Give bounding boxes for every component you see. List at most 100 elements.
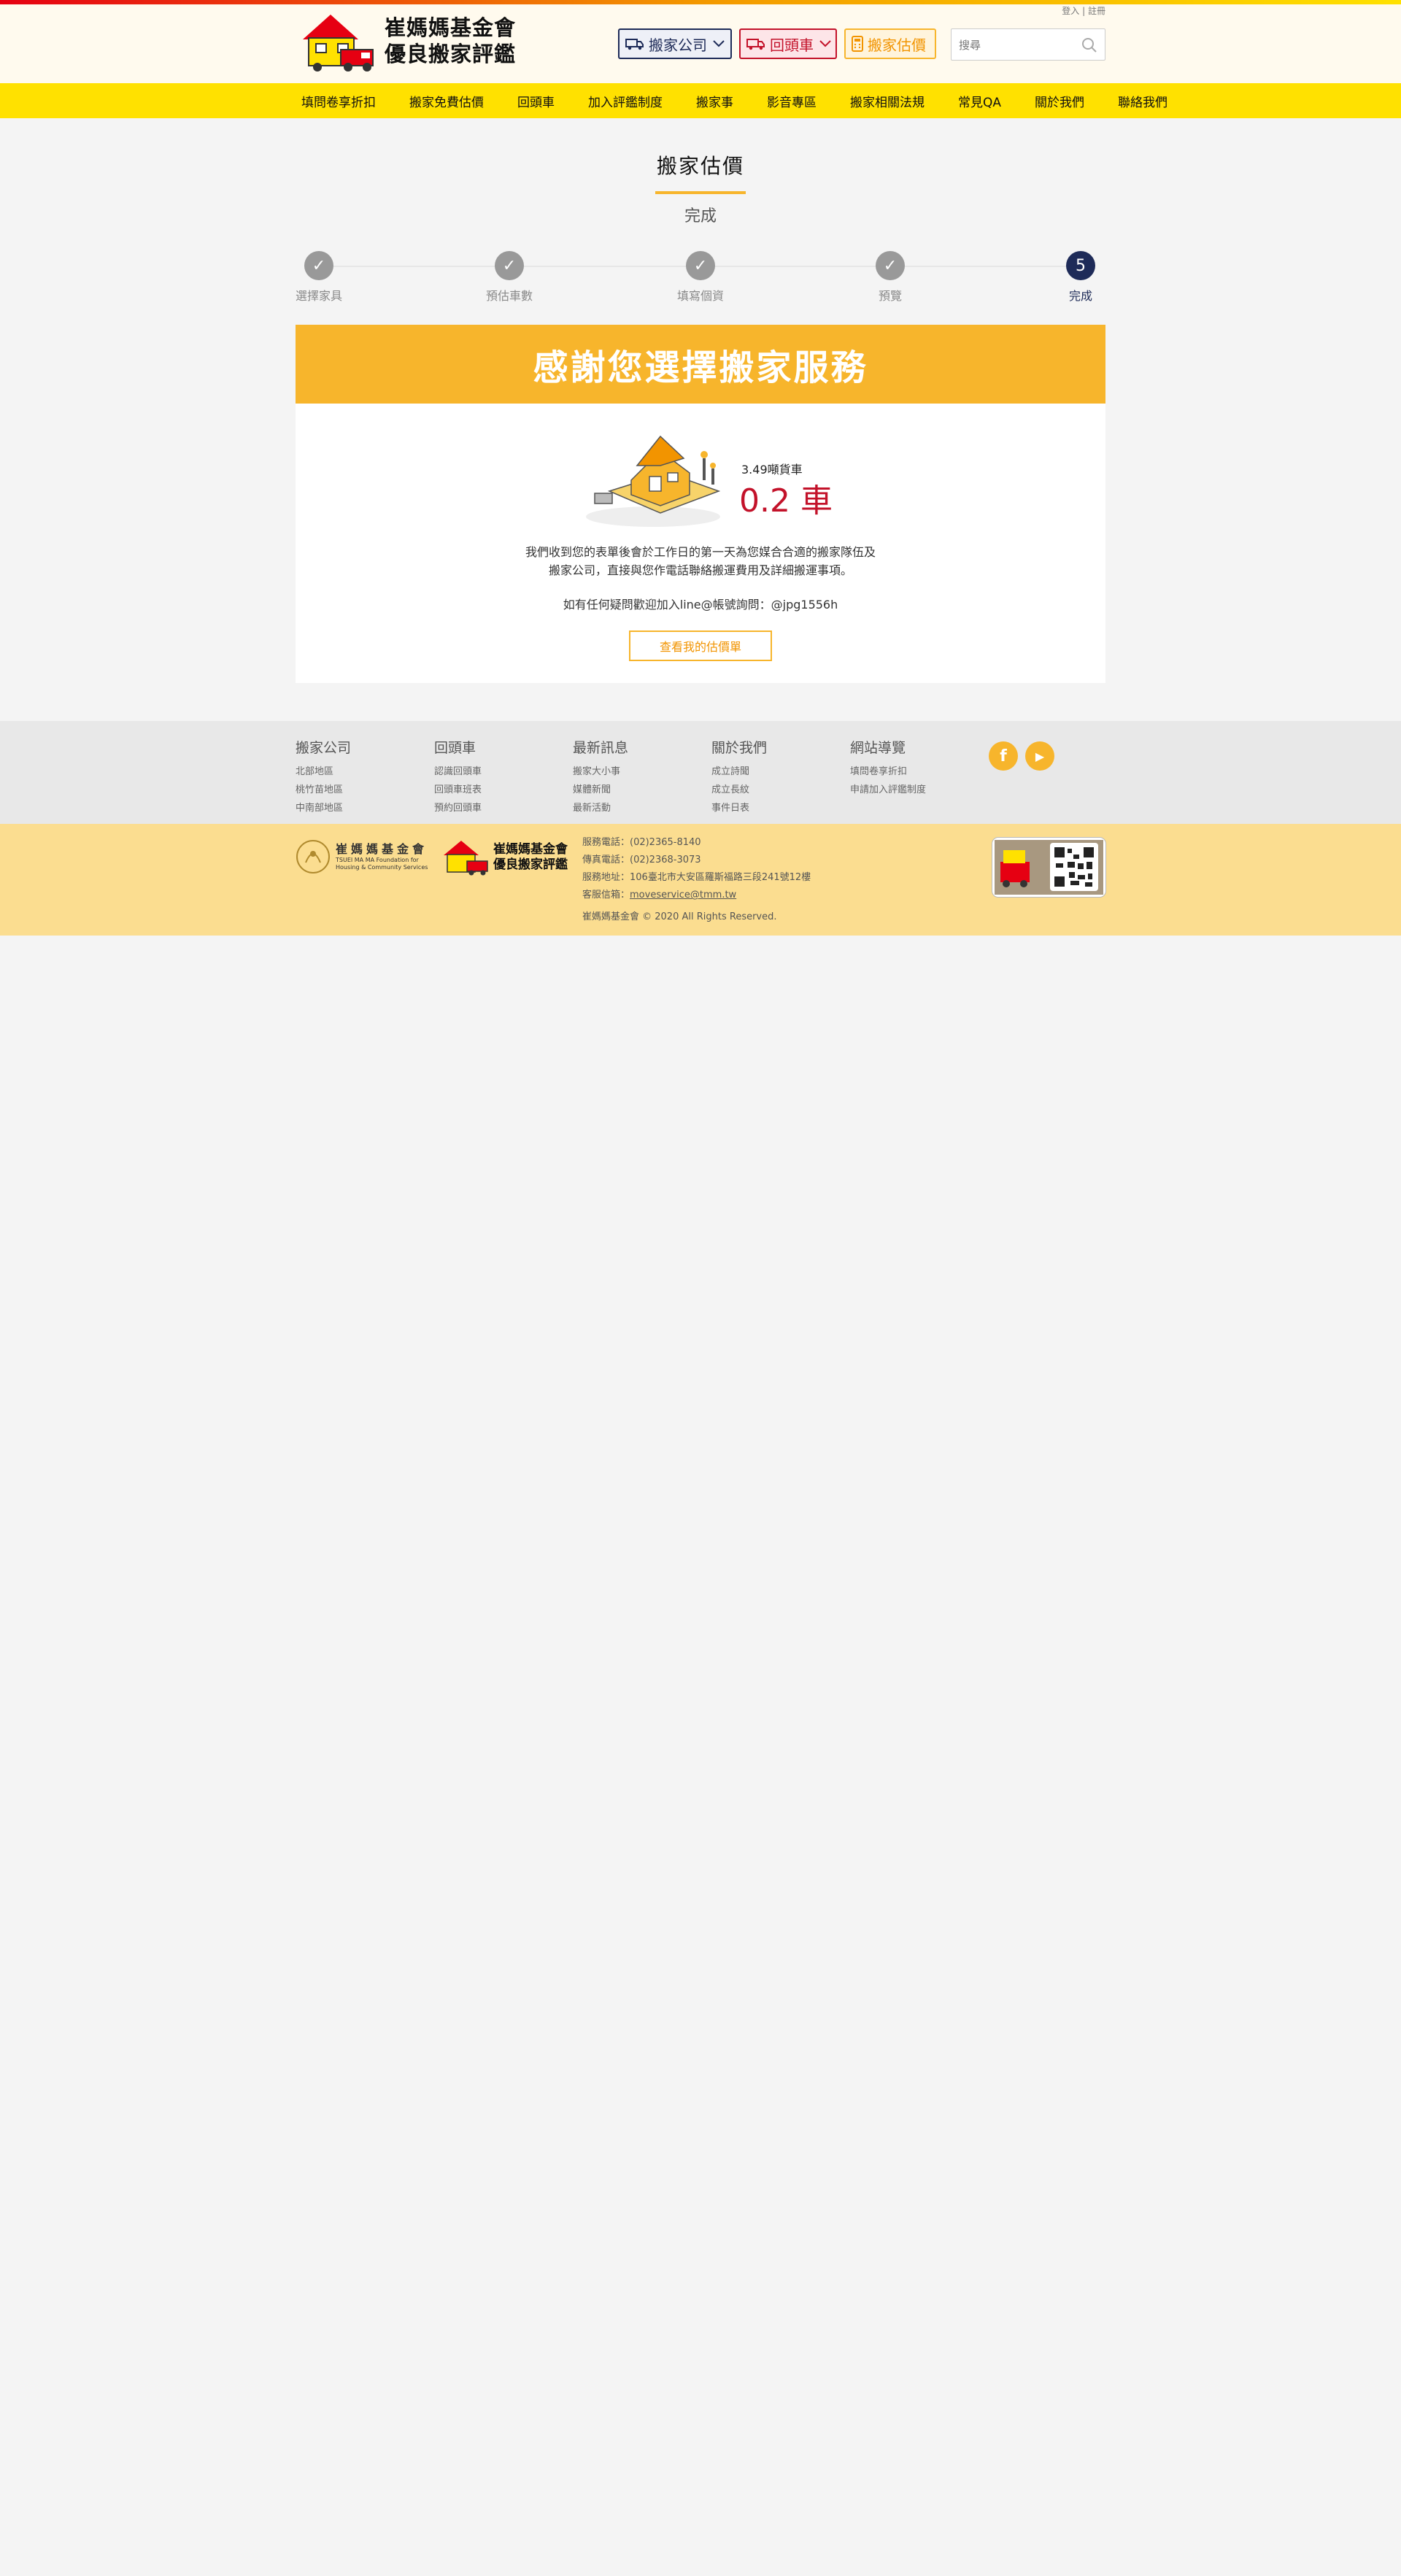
nav-item-faq[interactable]: 常見QA — [952, 92, 1007, 110]
footer-col-sitemap: 網站導覽 填問卷享折扣 申請加入評鑑制度 — [850, 737, 926, 799]
house-truck-logo-icon — [444, 841, 488, 876]
phone-text: 服務電話：(02)2365-8140 — [582, 837, 701, 848]
facebook-icon[interactable]: f — [989, 741, 1018, 771]
footer-link[interactable]: 事件日表 — [711, 799, 767, 817]
footer-link[interactable]: 申請加入評鑑制度 — [850, 781, 926, 799]
title-underline — [655, 191, 746, 194]
footer-link[interactable]: 成立長紋 — [711, 781, 767, 799]
nav-item-survey-discount[interactable]: 填問卷享折扣 — [296, 92, 382, 110]
logo-text: 崔媽媽基金會 優良搬家評鑑 — [385, 15, 516, 67]
check-icon: ✓ — [686, 251, 715, 280]
footer-link[interactable]: 桃竹苗地區 — [296, 781, 351, 799]
nav-item-join-evaluation[interactable]: 加入評鑑制度 — [582, 92, 668, 110]
foundation-en-line2: Housing & Community Services — [336, 864, 428, 871]
footer-col-return-truck: 回頭車 認識回頭車 回頭車班表 預約回頭車 — [434, 737, 482, 817]
footer-link[interactable]: 認識回頭車 — [434, 763, 482, 781]
youtube-icon[interactable]: ▶ — [1025, 741, 1054, 771]
login-link[interactable]: 登入 — [1062, 4, 1079, 17]
evaluation-logo-line1: 崔媽媽基金會 — [493, 842, 568, 857]
thank-you-banner: 感謝您選擇搬家服務 — [296, 325, 1105, 404]
logo-line2: 優良搬家評鑑 — [385, 42, 517, 66]
nav-item-about[interactable]: 關於我們 — [1029, 92, 1090, 110]
contact-info: 服務電話：(02)2365-8140 傳真電話：(02)2368-3073 服務… — [582, 834, 811, 904]
truck-icon — [746, 39, 765, 50]
link-separator: | — [1082, 6, 1086, 16]
step-label: 填寫個資 — [676, 289, 724, 303]
footer-link[interactable]: 媒體新聞 — [573, 781, 628, 799]
footer-link[interactable]: 填問卷享折扣 — [850, 763, 926, 781]
nav-item-videos[interactable]: 影音專區 — [761, 92, 822, 110]
email-row: 客服信箱：moveservice@tmm.tw — [582, 887, 811, 904]
nav-item-contact[interactable]: 聯絡我們 — [1112, 92, 1173, 110]
footer-col-about: 關於我們 成立詩聞 成立長紋 事件日表 — [711, 737, 767, 817]
footer-link[interactable]: 最新活動 — [573, 799, 628, 817]
footer-col-title[interactable]: 搬家公司 — [296, 737, 351, 757]
step-3: ✓ 填寫個資 — [649, 251, 752, 304]
view-estimate-button[interactable]: 查看我的估價單 — [629, 630, 772, 661]
calculator-icon — [852, 36, 863, 52]
check-icon: ✓ — [876, 251, 905, 280]
search-icon[interactable] — [1081, 37, 1097, 53]
footer-col-news: 最新訊息 搬家大小事 媒體新聞 最新活動 — [573, 737, 628, 817]
nav-item-return-truck[interactable]: 回頭車 — [512, 92, 560, 110]
page-subtitle: 完成 — [684, 207, 717, 225]
page-title: 搬家估價 — [656, 154, 744, 178]
footer-link[interactable]: 搬家大小事 — [573, 763, 628, 781]
footer-link[interactable]: 成立詩聞 — [711, 763, 767, 781]
copyright: 崔媽媽基金會 © 2020 All Rights Reserved. — [582, 911, 777, 922]
nav-item-moving-stories[interactable]: 搬家事 — [690, 92, 739, 110]
step-2: ✓ 預估車數 — [458, 251, 560, 304]
check-icon: ✓ — [304, 251, 333, 280]
email-link[interactable]: moveservice@tmm.tw — [630, 890, 736, 901]
nav-item-free-estimate[interactable]: 搬家免費估價 — [404, 92, 490, 110]
result-message: 我們收到您的表單後會於工作日的第一天為您媒合合適的搬家隊伍及 搬家公司，直接與您… — [482, 543, 919, 579]
search-box — [951, 28, 1105, 61]
footer-links-area — [0, 721, 1401, 824]
email-label: 客服信箱： — [582, 890, 630, 901]
foundation-name: 崔媽媽基金會 — [336, 842, 428, 856]
step-4: ✓ 預覽 — [839, 251, 941, 304]
step-label: 選擇家具 — [295, 289, 342, 303]
step-1: ✓ 選擇家具 — [268, 251, 370, 304]
footer-link[interactable]: 中南部地區 — [296, 799, 351, 817]
step-5-current: 5 完成 — [1030, 251, 1132, 304]
chevron-down-icon — [713, 40, 725, 47]
step-label: 預覽 — [878, 289, 902, 303]
house-truck-logo-icon — [303, 15, 374, 72]
moving-estimate-label: 搬家估價 — [868, 36, 926, 54]
house-phone-illustration — [586, 435, 721, 527]
evaluation-logo[interactable]: 崔媽媽基金會 優良搬家評鑑 — [441, 838, 569, 876]
step-number: 5 — [1066, 251, 1095, 280]
foundation-logo[interactable]: 崔媽媽基金會 TSUEI MA MA Foundation for Housin… — [296, 838, 428, 877]
qr-code-card[interactable] — [992, 838, 1105, 897]
footer-col-title[interactable]: 網站導覽 — [850, 737, 926, 757]
moving-company-label: 搬家公司 — [649, 36, 707, 54]
footer-link[interactable]: 回頭車班表 — [434, 781, 482, 799]
logo-line1: 崔媽媽基金會 — [385, 15, 517, 40]
footer-col-companies: 搬家公司 北部地區 桃竹苗地區 中南部地區 — [296, 737, 351, 817]
moving-estimate-button[interactable]: 搬家估價 — [844, 28, 936, 59]
footer-col-title[interactable]: 關於我們 — [711, 737, 767, 757]
nav-item-regulations[interactable]: 搬家相關法規 — [844, 92, 930, 110]
check-icon: ✓ — [495, 251, 524, 280]
evaluation-logo-line2: 優良搬家評鑑 — [493, 857, 568, 872]
footer-link[interactable]: 北部地區 — [296, 763, 351, 781]
step-label: 預估車數 — [485, 289, 533, 303]
address-text: 服務地址：106臺北市大安區羅斯福路三段241號12樓 — [582, 872, 811, 883]
footer-link[interactable]: 預約回頭車 — [434, 799, 482, 817]
line-contact: 如有任何疑問歡迎加入line@帳號詢問：@jpg1556h — [563, 598, 838, 612]
step-label: 完成 — [1068, 289, 1092, 303]
truck-count: 0.2 車 — [739, 482, 833, 520]
main-nav: 填問卷享折扣 搬家免費估價 回頭車 加入評鑑制度 搬家事 影音專區 搬家相關法規… — [0, 83, 1401, 118]
result-message-line1: 我們收到您的表單後會於工作日的第一天為您媒合合適的搬家隊伍及 — [525, 545, 876, 559]
truck-icon — [625, 39, 644, 50]
footer-col-title[interactable]: 最新訊息 — [573, 737, 628, 757]
footer-col-title[interactable]: 回頭車 — [434, 737, 482, 757]
site-logo[interactable]: 崔媽媽基金會 優良搬家評鑑 — [296, 10, 522, 73]
register-link[interactable]: 註冊 — [1088, 4, 1105, 17]
return-truck-button[interactable]: 回頭車 — [739, 28, 837, 59]
foundation-emblem-icon — [296, 840, 330, 874]
search-input[interactable] — [959, 37, 1076, 53]
foundation-english-name: TSUEI MA MA Foundation for Housing & Com… — [336, 857, 428, 871]
moving-company-button[interactable]: 搬家公司 — [618, 28, 732, 59]
